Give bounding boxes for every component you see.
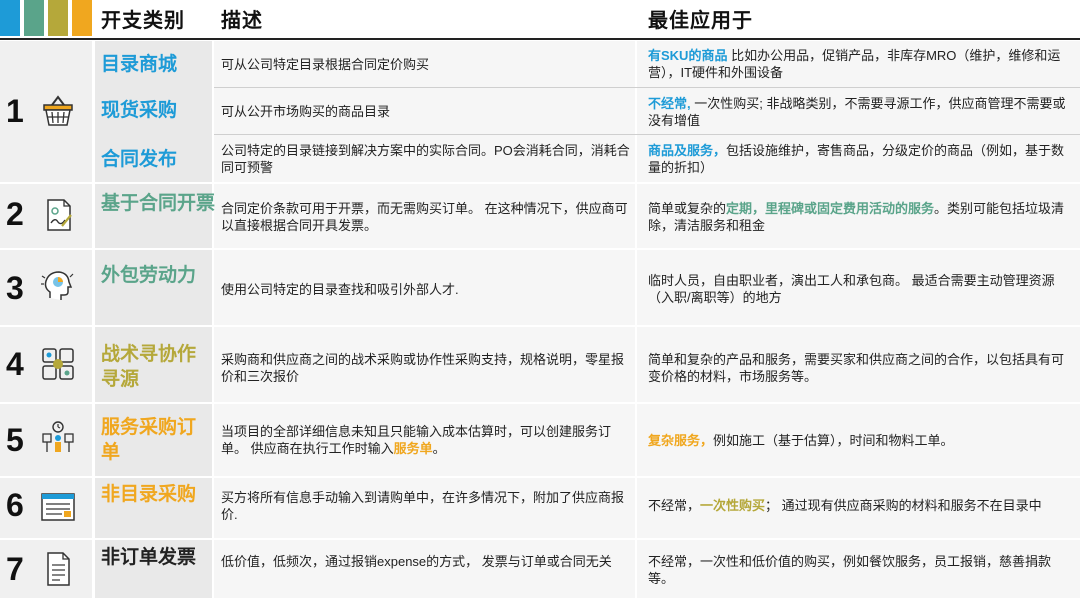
signed-document-icon bbox=[40, 197, 76, 233]
header-best-for: 最佳应用于 bbox=[648, 10, 753, 32]
description-text: 合同定价条款可用于开票，而无需购买订单。 在这种情况下，供应商可以直接根据合同开… bbox=[221, 201, 628, 233]
category-label: 非目录采购 bbox=[101, 484, 197, 505]
document-lines-icon bbox=[40, 551, 76, 587]
best-for-text: 不经常，一次性购买； 通过现有供应商采购的材料和服务不在目录中 bbox=[648, 497, 1073, 514]
table-header: 开支类别 描述 最佳应用于 bbox=[0, 0, 1080, 38]
group-row-3: 3 外包劳动力 使用公司特定的目录查找和吸引外部人才. 临时人员，自由职业者，演… bbox=[0, 250, 1080, 325]
best-for-highlight: 复杂服务， bbox=[648, 433, 714, 448]
best-for-text: 简单和复杂的产品和服务，需要买家和供应商之间的合作，以包括具有可变价格的材料，市… bbox=[648, 352, 1065, 384]
service-timer-icon bbox=[40, 420, 76, 456]
group-row-5: 5 服务采购订单 当项目的全部详细信息未知且只能输入成本估算时，可以创建服务订单… bbox=[0, 404, 1080, 476]
best-for-text: 不经常，一次性和低价值的购买，例如餐饮服务，员工报销，慈善捐款等。 bbox=[648, 554, 1052, 586]
shopping-basket-icon bbox=[40, 93, 76, 129]
description-text: 可从公司特定目录根据合同定价购买 bbox=[221, 57, 430, 72]
group-row-1: 1 目录商城 可从公司特定目录根据合同定价购买 有SKU的商品 比如办公用品，促… bbox=[0, 41, 1080, 182]
best-for-highlight: 不经常, bbox=[648, 96, 691, 111]
row-number: 5 bbox=[6, 422, 24, 458]
description-highlight: 服务单 bbox=[393, 441, 433, 456]
row-number: 2 bbox=[6, 196, 24, 232]
header-divider bbox=[0, 38, 1080, 40]
description-text: 买方将所有信息手动输入到请购单中，在许多情况下，附加了供应商报价. bbox=[221, 490, 625, 522]
group-row-2: 2 基于合同开票 合同定价条款可用于开票，而无需购买订单。 在这种情况下，供应商… bbox=[0, 184, 1080, 248]
row-number: 1 bbox=[6, 93, 24, 129]
description-suffix: 。 bbox=[432, 441, 446, 456]
category-label: 外包劳动力 bbox=[101, 265, 197, 286]
best-for-prefix: 不经常， bbox=[648, 498, 701, 513]
best-for-rest: ； 通过现有供应商采购的材料和服务不在目录中 bbox=[765, 498, 1042, 513]
best-for-highlight: 有SKU的商品 bbox=[648, 48, 728, 63]
header-color-stripes bbox=[0, 0, 95, 36]
category-label: 服务采购订单 bbox=[101, 417, 197, 463]
category-label: 战术寻协作寻源 bbox=[101, 344, 197, 390]
head-idea-icon bbox=[40, 268, 76, 304]
best-for-prefix: 简单或复杂的 bbox=[648, 201, 727, 216]
best-for-text: 不经常, 一次性购买; 非战略类别，不需要寻源工作，供应商管理不需要或没有增值 bbox=[648, 95, 1073, 129]
best-for-highlight: 定期，里程碑或固定费用活动的服务 bbox=[726, 201, 935, 216]
group-row-6: 6 非目录采购 买方将所有信息手动输入到请购单中，在许多情况下，附加了供应商报价… bbox=[0, 478, 1080, 538]
description-text: 可从公开市场购买的商品目录 bbox=[221, 104, 391, 119]
best-for-text: 商品及服务，包括设施维护，寄售商品，分级定价的商品（例如，基于数量的折扣） bbox=[648, 142, 1073, 176]
best-for-highlight: 商品及服务， bbox=[648, 143, 727, 158]
group-row-7: 7 非订单发票 低价值，低频次，通过报销expense的方式， 发票与订单或合同… bbox=[0, 540, 1080, 598]
group-row-4: 4 战术寻协作寻源 采购商和供应商之间的战术采购或协作性采购支持，规格说明，零星… bbox=[0, 327, 1080, 402]
header-category: 开支类别 bbox=[101, 10, 185, 32]
best-for-highlight: 一次性购买 bbox=[700, 498, 766, 513]
category-label: 合同发布 bbox=[101, 149, 178, 170]
row-number: 4 bbox=[6, 346, 24, 382]
best-for-rest: 例如施工（基于估算），时间和物料工单。 bbox=[713, 433, 954, 448]
description-text: 使用公司特定的目录查找和吸引外部人才. bbox=[221, 282, 459, 297]
category-label: 目录商城 bbox=[101, 54, 178, 75]
row-number: 6 bbox=[6, 487, 24, 523]
best-for-rest: 一次性购买; 非战略类别，不需要寻源工作，供应商管理不需要或没有增值 bbox=[648, 96, 1066, 128]
row-number: 3 bbox=[6, 270, 24, 306]
category-label: 基于合同开票 bbox=[101, 193, 216, 214]
best-for-text: 有SKU的商品 比如办公用品，促销产品，非库存MRO（维护，维修和运营），IT硬… bbox=[648, 47, 1073, 81]
description-text: 采购商和供应商之间的战术采购或协作性采购支持，规格说明，零星报价和三次报价 bbox=[221, 352, 625, 384]
best-for-text: 简单或复杂的定期，里程碑或固定费用活动的服务。类别可能包括垃圾清除，清洁服务和租… bbox=[648, 200, 1073, 234]
description-text: 当项目的全部详细信息未知且只能输入成本估算时，可以创建服务订单。 供应商在执行工… bbox=[221, 423, 631, 457]
best-for-text: 临时人员，自由职业者，演出工人和承包商。 最适合需要主动管理资源（入职/离职等）… bbox=[648, 273, 1055, 305]
description-text: 公司特定的目录链接到解决方案中的实际合同。PO会消耗合同，消耗合同可预警 bbox=[221, 143, 630, 175]
requisition-form-icon bbox=[40, 490, 76, 526]
header-description: 描述 bbox=[221, 10, 263, 32]
category-label: 现货采购 bbox=[101, 100, 178, 121]
best-for-text: 复杂服务，例如施工（基于估算），时间和物料工单。 bbox=[648, 432, 1073, 449]
category-label: 非订单发票 bbox=[101, 547, 197, 568]
description-text: 低价值，低频次，通过报销expense的方式， 发票与订单或合同无关 bbox=[221, 554, 612, 569]
row-number: 7 bbox=[6, 551, 24, 587]
collaboration-hands-icon bbox=[40, 346, 76, 382]
